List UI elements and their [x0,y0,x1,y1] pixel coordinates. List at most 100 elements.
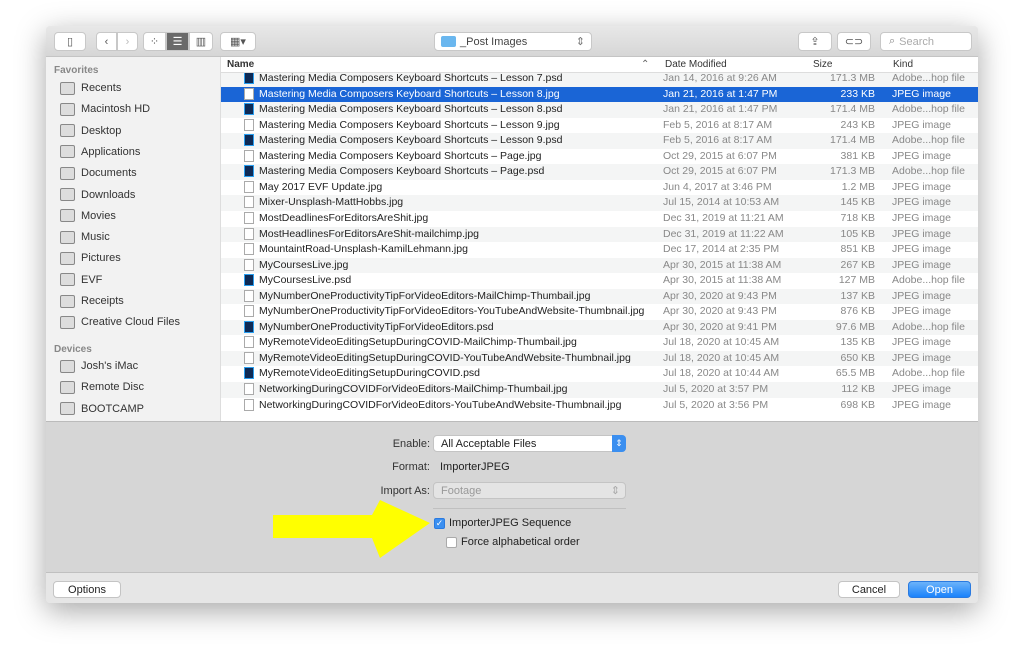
jpeg-file-icon [244,383,254,395]
open-button[interactable]: Open [908,581,971,598]
file-size: 97.6 MB [835,320,875,333]
file-row[interactable]: Mastering Media Composers Keyboard Short… [221,71,978,87]
search-icon: ⌕ [889,35,896,47]
list-view-button[interactable]: ☰ [166,32,189,51]
file-kind: Adobe...hop file [892,320,965,333]
sidebar-toggle-button[interactable]: ▯ [54,32,86,51]
file-row[interactable]: MostHeadlinesForEditorsAreShit-mailchimp… [221,226,978,242]
sidebar-item-recents[interactable]: Recents [60,79,121,97]
sidebar-item-device[interactable]: BOOTCAMP [60,400,144,418]
file-row[interactable]: MyCoursesLive.jpg Apr 30, 2015 at 11:38 A… [221,257,978,274]
file-row[interactable]: Mastering Media Composers Keyboard Short… [221,102,978,118]
sidebar-item-evf[interactable]: EVF [60,271,102,289]
column-name[interactable]: Name [227,59,254,70]
chevron-updown-icon: ⇕ [575,36,585,48]
file-name: Mastering Media Composers Keyboard Short… [259,134,563,147]
file-row[interactable]: MyNumberOneProductivityTipForVideoEditor… [221,319,978,336]
column-date[interactable]: Date Modified [665,59,727,70]
alphabetical-checkbox[interactable]: Force alphabetical order [446,536,580,548]
file-row[interactable]: Mastering Media Composers Keyboard Short… [221,164,978,180]
sidebar-item-desktop[interactable]: Desktop [60,122,121,140]
back-button[interactable]: ‹ [96,32,117,51]
file-kind: Adobe...hop file [892,72,965,84]
sidebar-item-macintosh-hd[interactable]: Macintosh HD [60,100,150,118]
desktop-icon [60,124,75,138]
file-row[interactable]: May 2017 EVF Update.jpg Jun 4, 2017 at 3:… [221,180,978,196]
sidebar-item-device[interactable]: Josh's iMac [60,357,138,375]
column-kind[interactable]: Kind [893,59,913,70]
music-icon [60,230,75,244]
file-name: MyNumberOneProductivityTipForVideoEditor… [259,289,591,302]
file-size: 851 KB [840,243,875,256]
file-row[interactable]: Mixer-Unsplash-MattHobbs.jpg Jul 15, 2014… [221,195,978,211]
jpeg-file-icon [244,180,254,193]
path-label: _Post Images [460,35,528,48]
file-row[interactable]: Mastering Media Composers Keyboard Short… [221,86,978,103]
file-date: Jul 18, 2020 at 10:44 AM [663,367,780,380]
file-kind: Adobe...hop file [892,165,965,178]
cancel-button[interactable]: Cancel [838,581,900,598]
sidebar-item-device[interactable]: Remote Disc [60,378,144,396]
file-row[interactable]: MountaintRoad-Unsplash-KamilLehmann.jpg D… [221,242,978,258]
file-row[interactable]: MyRemoteVideoEditingSetupDuringCOVID-You… [221,350,978,367]
sidebar-item-documents[interactable]: Documents [60,164,137,182]
file-row[interactable]: Mastering Media Composers Keyboard Short… [221,118,978,134]
file-name: MostDeadlinesForEditorsAreShit.jpg [259,211,429,224]
file-kind: Adobe...hop file [892,134,965,147]
file-size: 171.3 MB [830,165,875,178]
file-name: MostHeadlinesForEditorsAreShit-mailchimp… [259,227,479,240]
column-view-button[interactable]: ▥ [189,32,213,51]
file-row[interactable]: Mastering Media Composers Keyboard Short… [221,149,978,165]
drive-icon [60,402,75,416]
sidebar-item-music[interactable]: Music [60,228,110,246]
sidebar-item-label: Applications [81,145,141,158]
file-row[interactable]: MyNumberOneProductivityTipForVideoEditor… [221,304,978,320]
import-as-value: Footage [441,484,482,497]
sidebar-item-movies[interactable]: Movies [60,207,116,225]
file-row[interactable]: Mastering Media Composers Keyboard Short… [221,133,978,149]
chevron-updown-icon: ⇕ [612,435,626,452]
sidebar-item-receipts[interactable]: Receipts [60,292,124,310]
options-button[interactable]: Options [53,581,121,598]
file-size: 137 KB [840,289,875,302]
file-row[interactable]: MyCoursesLive.psd Apr 30, 2015 at 11:38 A… [221,273,978,289]
enable-popup[interactable]: All Acceptable Files ⇕ [433,435,626,452]
file-name: NetworkingDuringCOVIDForVideoEditors-You… [259,398,622,411]
column-size[interactable]: Size [813,59,832,70]
file-row[interactable]: MyRemoteVideoEditingSetupDuringCOVID-Mai… [221,335,978,351]
file-size: 171.4 MB [830,134,875,147]
share-button[interactable]: ⇪ [798,32,832,51]
file-row[interactable]: NetworkingDuringCOVIDForVideoEditors-You… [221,398,978,414]
tag-button[interactable]: ⊂⊃ [837,32,871,51]
file-row[interactable]: MyRemoteVideoEditingSetupDuringCOVID.psd… [221,366,978,382]
file-size: 650 KB [840,351,875,364]
checkmark-icon: ✓ [434,517,445,529]
icon-view-button[interactable]: ⁘ [143,32,166,51]
sidebar-item-creative-cloud-files[interactable]: Creative Cloud Files [60,313,180,331]
search-field[interactable]: ⌕ Search [880,32,972,51]
photoshop-file-icon [244,320,254,333]
file-size: 135 KB [840,336,875,349]
chevron-updown-icon: ⇕ [610,485,620,497]
file-name: May 2017 EVF Update.jpg [259,180,383,193]
jpeg-file-icon [244,305,254,318]
path-popup[interactable]: _Post Images ⇕ [434,32,592,51]
file-size: 876 KB [840,305,875,318]
file-size: 243 KB [840,118,875,131]
sidebar-item-downloads[interactable]: Downloads [60,186,135,204]
file-row[interactable]: NetworkingDuringCOVIDForVideoEditors-Mai… [221,382,978,398]
forward-button[interactable]: › [117,32,138,51]
file-kind: JPEG image [892,383,951,395]
sidebar-item-pictures[interactable]: Pictures [60,249,121,267]
sequence-checkbox[interactable]: ✓ ImporterJPEG Sequence [434,517,571,529]
file-row[interactable]: MyNumberOneProductivityTipForVideoEditor… [221,288,978,305]
photoshop-file-icon [244,103,254,116]
sidebar-item-applications[interactable]: Applications [60,143,140,161]
import-as-popup[interactable]: Footage ⇕ [433,482,626,499]
file-kind: Adobe...hop file [892,367,965,380]
file-name: MyNumberOneProductivityTipForVideoEditor… [259,320,494,333]
file-row[interactable]: MostDeadlinesForEditorsAreShit.jpg Dec 31… [221,211,978,227]
file-kind: JPEG image [892,305,951,318]
jpeg-file-icon [244,196,254,209]
arrange-button[interactable]: ▦▾ [220,32,256,51]
